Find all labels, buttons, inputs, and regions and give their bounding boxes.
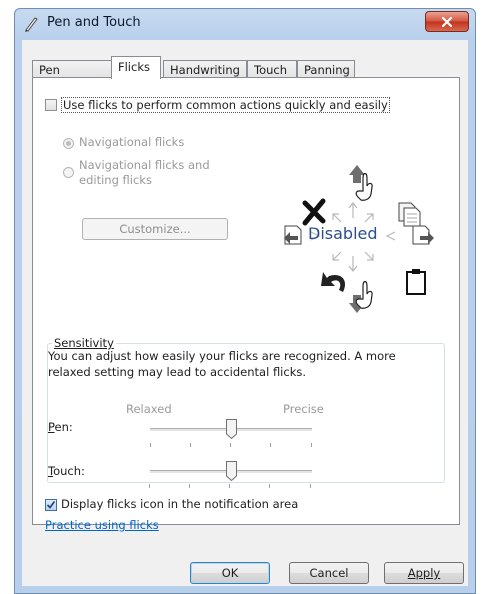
- tab-touch[interactable]: Touch: [247, 60, 297, 78]
- ok-button[interactable]: OK: [190, 562, 270, 584]
- precise-label: Precise: [283, 402, 324, 416]
- window-title: Pen and Touch: [47, 15, 141, 30]
- pen-and-touch-window: Pen and Touch Pen Options Flicks Handwri…: [14, 8, 476, 594]
- practice-flicks-link[interactable]: Practice using flicks: [45, 518, 159, 532]
- tab-label: Handwriting: [170, 63, 240, 77]
- pen-sensitivity-slider[interactable]: [150, 417, 312, 451]
- pen-slider-thumb[interactable]: [225, 419, 237, 439]
- cancel-button[interactable]: Cancel: [289, 562, 369, 584]
- touch-tick: [229, 484, 230, 488]
- pen-tick: [150, 443, 151, 447]
- touch-tick: [269, 484, 270, 488]
- customize-button[interactable]: Customize...: [82, 218, 228, 240]
- tab-handwriting[interactable]: Handwriting: [163, 60, 247, 78]
- customize-label: Customize...: [119, 222, 191, 236]
- ok-label: OK: [221, 566, 239, 580]
- flicks-status-text: Disabled: [308, 224, 378, 243]
- pen-tick: [190, 443, 191, 447]
- nav-edit-flicks-label-line1: Navigational flicks and: [79, 158, 210, 172]
- sensitivity-group: Sensitivity You can adjust how easily yo…: [47, 336, 445, 483]
- touch-sensitivity-slider[interactable]: [150, 459, 312, 483]
- flicks-panel: Use flicks to perform common actions qui…: [32, 77, 460, 532]
- paste-icon: [406, 269, 426, 295]
- close-button[interactable]: [425, 11, 469, 32]
- flick-wheel-graphic: [284, 165, 434, 313]
- apply-label: Apply: [407, 566, 441, 580]
- sensitivity-description-line1: You can adjust how easily your flicks ar…: [48, 349, 396, 363]
- use-flicks-label[interactable]: Use flicks to perform common actions qui…: [61, 97, 390, 113]
- pen-tick: [311, 443, 312, 447]
- apply-button[interactable]: Apply: [384, 562, 464, 584]
- checkmark-icon: [47, 501, 55, 509]
- pen-label: Pen:: [48, 420, 73, 434]
- pen-tick: [230, 443, 231, 447]
- delete-icon: [302, 198, 326, 226]
- pen-icon: [25, 17, 38, 32]
- touch-tick: [149, 484, 150, 488]
- close-icon: [442, 16, 452, 27]
- touch-label: Touch:: [48, 464, 85, 478]
- copy-icon: [398, 202, 421, 227]
- flick-wheel: Disabled: [253, 148, 453, 338]
- nav-edit-flicks-label-line2: editing flicks: [79, 173, 152, 187]
- touch-slider-thumb[interactable]: [225, 461, 237, 481]
- relaxed-label: Relaxed: [126, 402, 172, 416]
- tab-flicks[interactable]: Flicks: [111, 56, 161, 79]
- undo-icon: [321, 272, 346, 292]
- display-flicks-icon-checkbox[interactable]: [45, 499, 57, 511]
- tab-label: Flicks: [118, 60, 150, 74]
- tab-pen-options[interactable]: Pen Options: [32, 60, 113, 95]
- tab-panning[interactable]: Panning: [297, 60, 355, 78]
- tab-label: Touch: [254, 63, 288, 77]
- touch-tick: [189, 484, 190, 488]
- forward-icon: [412, 225, 434, 245]
- sensitivity-title: Sensitivity: [52, 336, 116, 350]
- sensitivity-description-line2: relaxed setting may lead to accidental f…: [48, 365, 307, 379]
- title-bar[interactable]: Pen and Touch: [15, 9, 475, 39]
- back-icon: [284, 225, 302, 245]
- drag-up-icon: [349, 165, 373, 201]
- nav-edit-flicks-radio[interactable]: [63, 167, 74, 178]
- drag-down-icon: [349, 280, 373, 313]
- navigational-flicks-radio[interactable]: [63, 138, 74, 149]
- touch-tick: [310, 484, 311, 488]
- display-flicks-icon-label[interactable]: Display flicks icon in the notification …: [61, 497, 298, 511]
- tab-label: Panning: [304, 63, 350, 77]
- pen-tick: [270, 443, 271, 447]
- dialog-body: Pen Options Flicks Handwriting Touch Pan…: [22, 40, 468, 586]
- cancel-label: Cancel: [309, 566, 349, 580]
- touch-tick-row: [149, 484, 311, 492]
- navigational-flicks-label: Navigational flicks: [79, 135, 185, 149]
- use-flicks-checkbox[interactable]: [45, 99, 57, 111]
